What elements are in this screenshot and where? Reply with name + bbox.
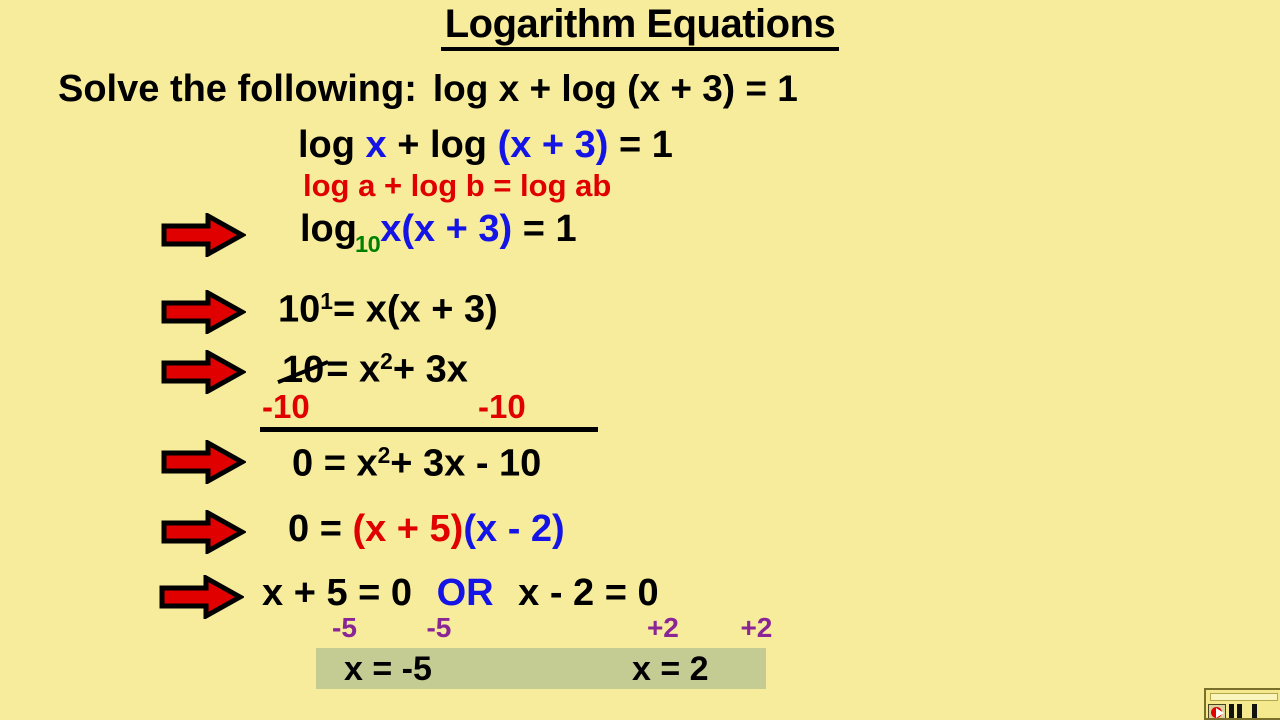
right-block-arrow-icon <box>160 440 246 484</box>
media-playback-bar[interactable] <box>1204 688 1280 720</box>
line6-rhs: = x <box>326 348 381 391</box>
or-connector: OR <box>436 572 494 614</box>
step-line-5: 101= x(x + 3) <box>278 288 498 332</box>
zero-factor-equation-2: x - 2 = 0 <box>518 572 659 614</box>
subtract-ten-left: -10 <box>262 388 310 425</box>
stop-icon[interactable] <box>1252 704 1257 718</box>
cancelled-ten: 10 <box>282 348 325 391</box>
line5-rhs: = x(x + 3) <box>332 288 498 331</box>
factor-one: (x + 5) <box>352 508 464 550</box>
equals-one: = 1 <box>619 124 673 166</box>
step-line-8: 0 = (x + 5)(x - 2) <box>288 508 565 551</box>
log-keyword-1: log <box>298 124 355 166</box>
right-block-arrow-icon <box>160 213 246 257</box>
variable-x: x <box>365 124 387 166</box>
line7-tail: + 3x - 10 <box>390 442 542 485</box>
prompt-equation: log x + log (x + 3) = 1 <box>432 68 798 109</box>
square-exponent: 2 <box>377 442 391 468</box>
step-line-2: log x + log (x + 3) = 1 <box>298 124 673 167</box>
balance-op-4: +2 <box>740 612 773 643</box>
plus-operator: + <box>397 124 420 166</box>
log-base-subscript: 10 <box>354 230 381 257</box>
product-expression: x(x + 3) <box>380 208 513 250</box>
line6-tail: + 3x <box>392 348 468 391</box>
zero-factor-equation-1: x + 5 = 0 <box>262 572 413 614</box>
subtract-ten-right: -10 <box>478 388 526 425</box>
log-product-rule: log a + log b = log ab <box>303 168 612 203</box>
page-title: Logarithm Equations <box>0 2 1280 51</box>
playback-progress-track[interactable] <box>1210 693 1278 701</box>
power-exponent: 1 <box>320 288 333 314</box>
prompt-line: Solve the following: log x + log (x + 3) … <box>58 68 798 111</box>
right-block-arrow-icon <box>160 510 246 554</box>
step-line-4: log10x(x + 3) = 1 <box>300 208 577 258</box>
record-play-icon[interactable] <box>1208 704 1226 718</box>
log-keyword: log <box>300 208 357 250</box>
balance-op-1: -5 <box>332 612 357 643</box>
binomial-group: (x + 3) <box>497 124 609 166</box>
slide-canvas: Logarithm Equations Solve the following:… <box>0 0 1280 720</box>
subtraction-rule-line <box>260 427 598 432</box>
answer-solution-2: x = 2 <box>632 650 709 688</box>
power-base: 10 <box>278 288 321 331</box>
step-line-7: 0 = x2+ 3x - 10 <box>292 442 541 486</box>
right-block-arrow-icon <box>158 575 244 619</box>
step-line-6: 10= x2+ 3x <box>280 348 468 392</box>
prompt-label: Solve the following: <box>58 68 417 110</box>
step-line-9: x + 5 = 0 OR x - 2 = 0 <box>262 572 659 615</box>
square-exponent: 2 <box>380 348 393 374</box>
right-block-arrow-icon <box>160 290 246 334</box>
pause-icon[interactable] <box>1229 704 1234 718</box>
subtract-ten-row: -10 -10 <box>262 388 526 426</box>
log-keyword-2: log <box>430 124 487 166</box>
cursor-arrow-icon <box>1216 708 1224 718</box>
line8-lhs: 0 = <box>288 508 353 550</box>
right-block-arrow-icon <box>160 350 246 394</box>
factor-two: (x - 2) <box>463 508 565 550</box>
pause-icon[interactable] <box>1237 704 1242 718</box>
line7-lhs: 0 = x <box>292 442 378 485</box>
page-title-text: Logarithm Equations <box>440 3 840 51</box>
balance-op-2: -5 <box>426 612 452 643</box>
playback-button-row <box>1208 704 1257 718</box>
balance-op-3: +2 <box>646 612 679 643</box>
equals-one: = 1 <box>522 208 577 250</box>
answer-solution-1: x = -5 <box>344 650 432 688</box>
balance-operations-row: -5 -5 +2 +2 <box>332 612 772 644</box>
